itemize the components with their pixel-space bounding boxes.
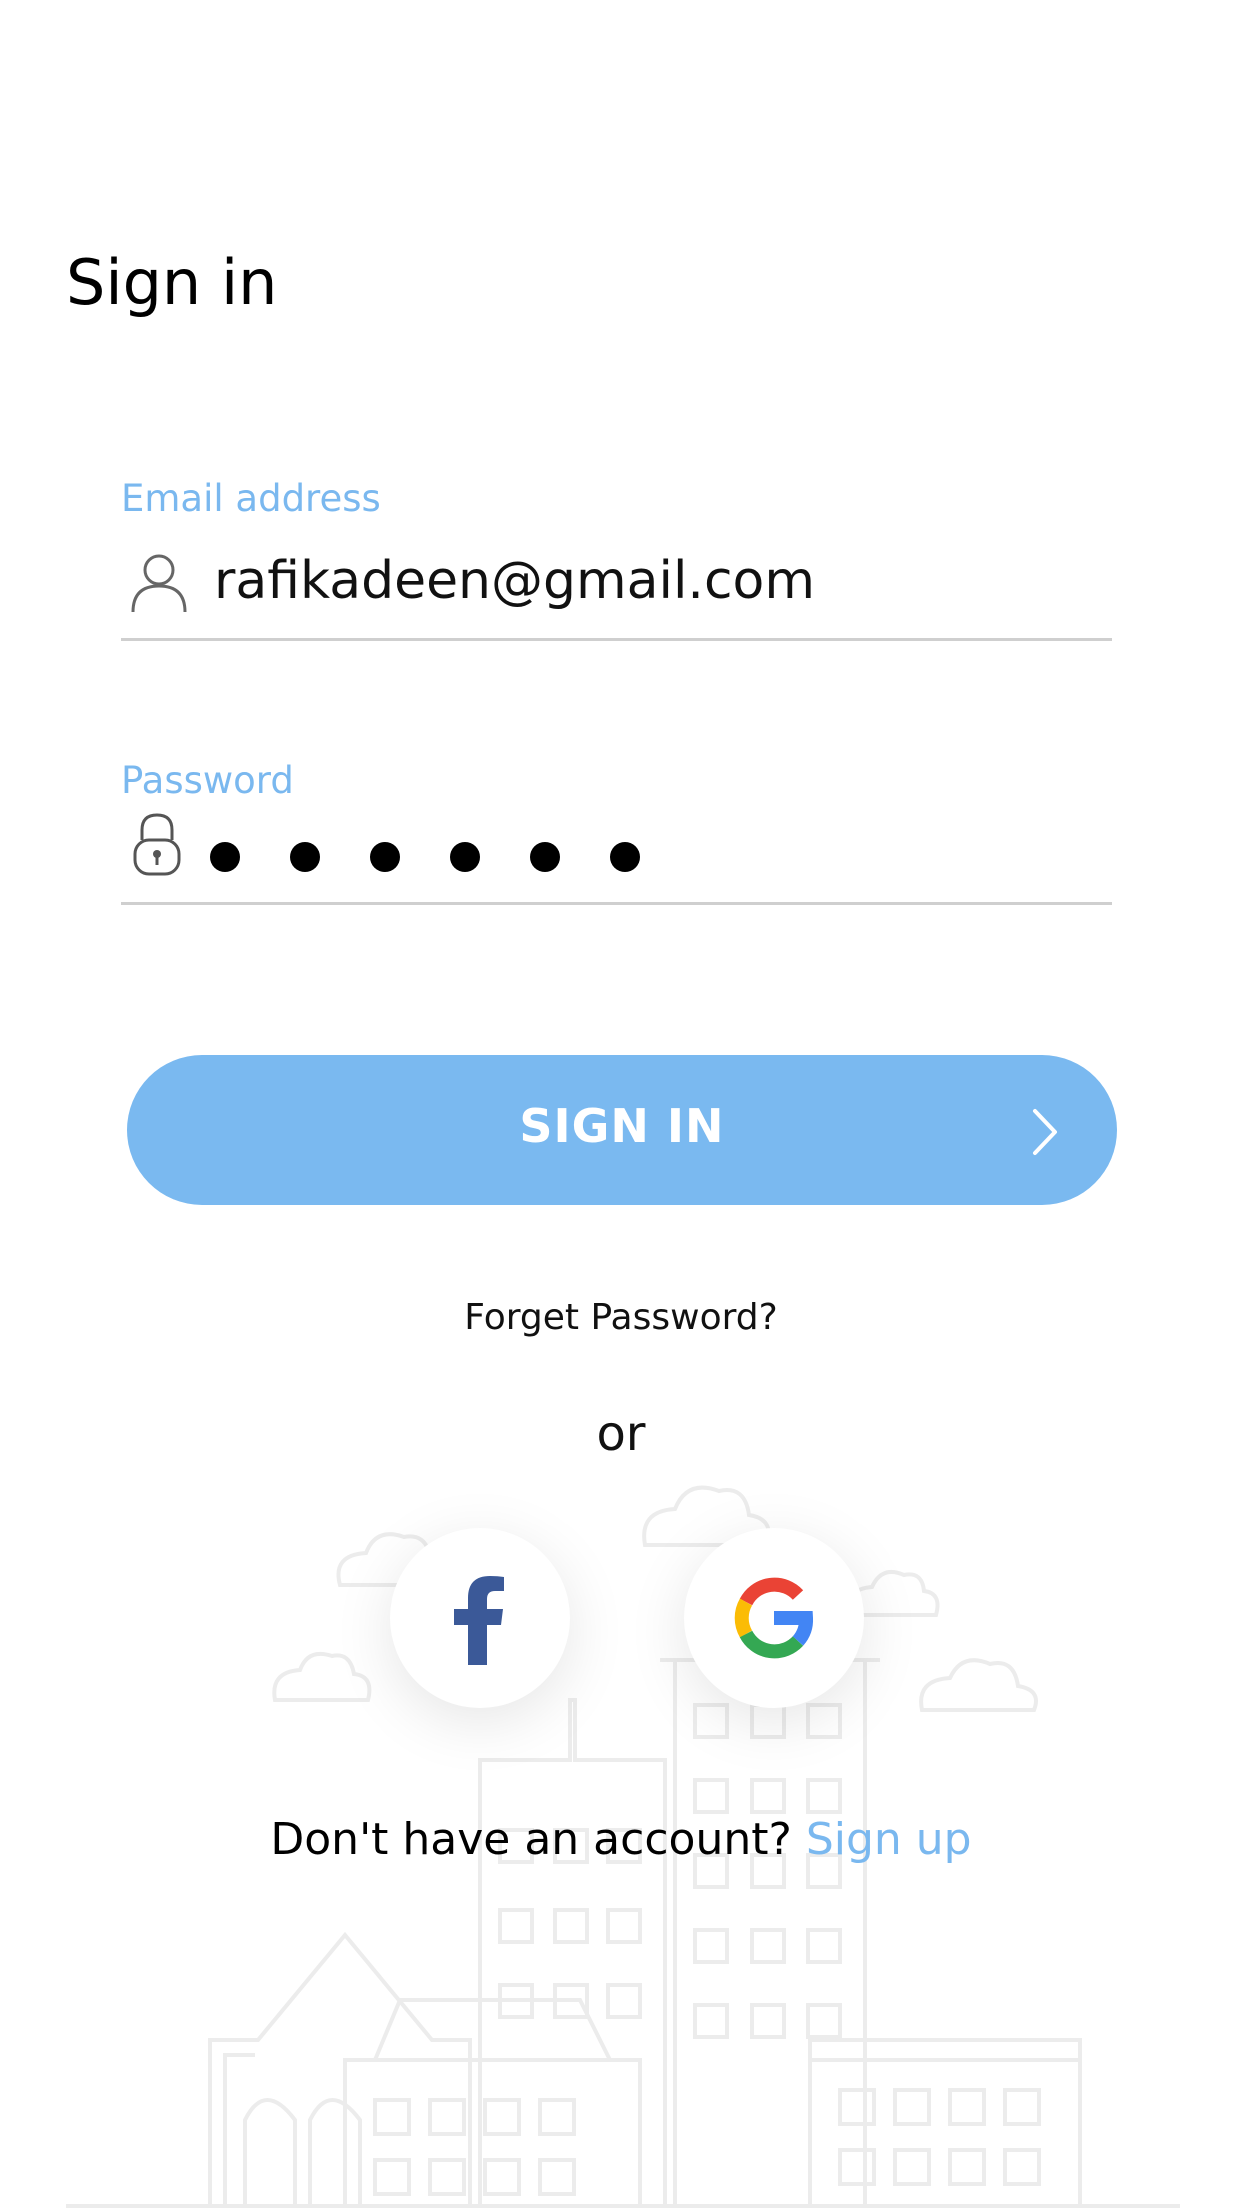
sign-in-button[interactable]: SIGN IN — [127, 1055, 1117, 1205]
chevron-right-icon — [1025, 1107, 1065, 1157]
page-title: Sign in — [66, 246, 278, 319]
google-login-button[interactable] — [684, 1528, 864, 1708]
lock-icon — [132, 812, 194, 878]
password-underline — [121, 902, 1112, 905]
email-label: Email address — [121, 477, 381, 520]
password-mask-dot — [290, 842, 320, 872]
user-icon — [128, 550, 190, 616]
email-underline — [121, 638, 1112, 641]
password-field[interactable] — [208, 840, 668, 874]
forgot-password-link[interactable]: Forget Password? — [0, 1300, 1242, 1336]
password-label: Password — [121, 759, 294, 802]
signup-row: Don't have an account? Sign up — [0, 1818, 1242, 1862]
password-mask-dot — [210, 842, 240, 872]
or-divider: or — [596, 1406, 646, 1462]
signup-link[interactable]: Sign up — [806, 1814, 972, 1865]
password-mask-dot — [450, 842, 480, 872]
email-input[interactable] — [214, 548, 1104, 614]
signup-prompt: Don't have an account? — [270, 1814, 792, 1865]
password-mask-dot — [610, 842, 640, 872]
password-mask-dot — [370, 842, 400, 872]
sign-in-label: SIGN IN — [519, 1099, 725, 1153]
password-mask-dot — [530, 842, 560, 872]
facebook-login-button[interactable] — [390, 1528, 570, 1708]
